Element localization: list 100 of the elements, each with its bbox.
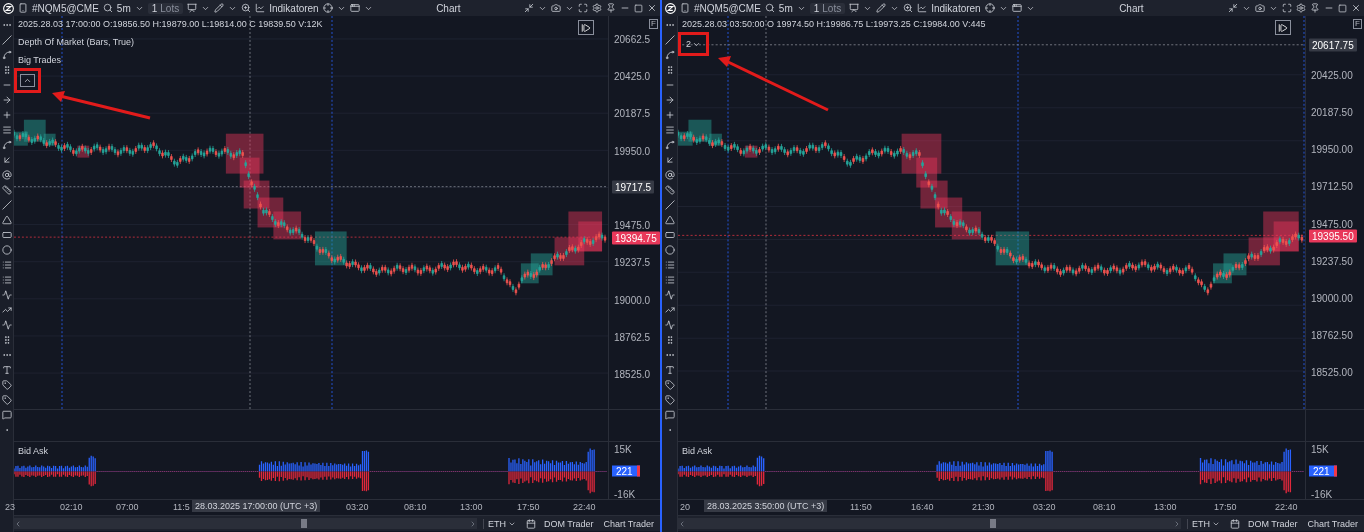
line-chart-icon[interactable] <box>255 3 266 13</box>
device-icon[interactable] <box>18 3 28 13</box>
arrow-down-left-icon[interactable] <box>1 155 12 165</box>
lots-field[interactable]: 1 Lots <box>809 2 846 14</box>
symbol-label[interactable]: #NQM5@CME <box>694 2 761 14</box>
lots-field[interactable]: 1 Lots <box>147 2 184 14</box>
shrink-icon[interactable] <box>524 3 534 13</box>
line-tool-icon[interactable] <box>1 35 12 45</box>
auto-scale-button[interactable]: F <box>1353 19 1362 29</box>
maximize-icon[interactable] <box>1338 3 1347 13</box>
circle-icon[interactable] <box>1 245 12 255</box>
pencil-icon[interactable] <box>214 3 225 13</box>
pin-icon[interactable] <box>606 3 616 13</box>
circle-icon[interactable] <box>664 245 675 255</box>
indicators-button[interactable]: Indikatoren <box>269 2 319 14</box>
levels-icon[interactable] <box>1 275 12 285</box>
crosshair-icon[interactable] <box>984 3 995 13</box>
calendar-icon[interactable] <box>1229 518 1240 529</box>
label-icon[interactable] <box>664 395 675 405</box>
presentation-icon[interactable] <box>849 3 860 13</box>
device-icon[interactable] <box>680 3 690 13</box>
arrow-right-icon[interactable] <box>1 95 12 105</box>
ruler-icon[interactable] <box>1 185 12 195</box>
expand-button[interactable]: 2 <box>684 38 703 50</box>
zoom-in-icon[interactable] <box>903 3 914 13</box>
text-icon[interactable] <box>664 365 675 375</box>
fullscreen-icon[interactable] <box>1282 3 1292 13</box>
at-sign-icon[interactable] <box>664 170 675 180</box>
text-icon[interactable] <box>1 365 12 375</box>
interval-dropdown[interactable]: 5m <box>778 2 793 14</box>
camera-icon[interactable] <box>551 3 561 13</box>
indicators-button[interactable]: Indikatoren <box>931 2 981 14</box>
pin-icon[interactable] <box>1310 3 1320 13</box>
logo-icon[interactable] <box>3 2 14 14</box>
rectangle-icon[interactable] <box>1 230 12 240</box>
fullscreen-icon[interactable] <box>578 3 588 13</box>
scroll-left-icon[interactable] <box>14 519 22 528</box>
line-tool-icon[interactable] <box>664 35 675 45</box>
list-icon[interactable] <box>1 260 12 270</box>
trend-icon[interactable] <box>1 305 12 315</box>
crosshair-icon[interactable] <box>322 3 333 13</box>
horizontal-scrollbar[interactable] <box>14 518 477 529</box>
shrink-icon[interactable] <box>1228 3 1238 13</box>
close-icon[interactable] <box>1351 3 1361 13</box>
search-icon[interactable] <box>102 3 113 13</box>
window-icon[interactable] <box>1011 3 1022 13</box>
scroll-to-end-button[interactable] <box>578 20 594 35</box>
triangle-icon[interactable] <box>1 215 12 225</box>
camera-icon[interactable] <box>1255 3 1265 13</box>
plus-icon[interactable] <box>1 110 12 120</box>
calendar-icon[interactable] <box>525 518 536 529</box>
close-icon[interactable] <box>647 3 657 13</box>
arrow-down-left-icon[interactable] <box>664 155 675 165</box>
session-dropdown[interactable]: ETH <box>1186 518 1224 529</box>
pattern-icon[interactable] <box>664 320 675 330</box>
levels-icon[interactable] <box>664 275 675 285</box>
zoom-in-icon[interactable] <box>241 3 252 13</box>
settings-icon[interactable] <box>1296 3 1306 13</box>
pattern-icon[interactable] <box>1 320 12 330</box>
settings-icon[interactable] <box>592 3 602 13</box>
window-icon[interactable] <box>349 3 360 13</box>
trend-icon[interactable] <box>664 305 675 315</box>
wave-icon[interactable] <box>1 290 12 300</box>
rectangle-icon[interactable] <box>664 230 675 240</box>
auto-scale-button[interactable]: F <box>649 19 658 29</box>
comment-icon[interactable] <box>1 410 12 420</box>
scrollbar-thumb[interactable] <box>301 519 307 528</box>
trader-button[interactable]: Chart Trader <box>1305 518 1360 529</box>
curve-icon[interactable] <box>664 50 675 60</box>
comment-icon[interactable] <box>664 410 675 420</box>
session-dropdown[interactable]: ETH <box>482 518 520 529</box>
list-icon[interactable] <box>664 260 675 270</box>
scroll-to-end-button[interactable] <box>1275 20 1291 35</box>
tag-icon[interactable] <box>1 380 12 390</box>
trader-button[interactable]: DOM Trader <box>541 518 596 529</box>
symbol-label[interactable]: #NQM5@CME <box>32 2 99 14</box>
label-icon[interactable] <box>1 395 12 405</box>
trader-button[interactable]: DOM Trader <box>1245 518 1300 529</box>
curve-icon[interactable] <box>1 50 12 60</box>
lines-icon[interactable] <box>1 125 12 135</box>
triangle-icon[interactable] <box>664 215 675 225</box>
scrollbar-thumb[interactable] <box>989 519 996 528</box>
pencil-icon[interactable] <box>876 3 887 13</box>
tag-icon[interactable] <box>664 380 675 390</box>
collapse-button[interactable] <box>20 74 35 87</box>
trader-button[interactable]: Chart Trader <box>601 518 656 529</box>
logo-icon[interactable] <box>665 2 676 14</box>
maximize-icon[interactable] <box>634 3 643 13</box>
ruler-icon[interactable] <box>664 185 675 195</box>
interval-dropdown[interactable]: 5m <box>116 2 131 14</box>
presentation-icon[interactable] <box>187 3 198 13</box>
horizontal-scrollbar[interactable] <box>678 518 1181 529</box>
lines-icon[interactable] <box>664 125 675 135</box>
arrow-right-icon[interactable] <box>664 95 675 105</box>
at-sign-icon[interactable] <box>1 170 12 180</box>
scroll-left-icon[interactable] <box>678 519 686 528</box>
search-icon[interactable] <box>764 3 775 13</box>
wave-icon[interactable] <box>664 290 675 300</box>
plus-icon[interactable] <box>664 110 675 120</box>
line-chart-icon[interactable] <box>917 3 928 13</box>
